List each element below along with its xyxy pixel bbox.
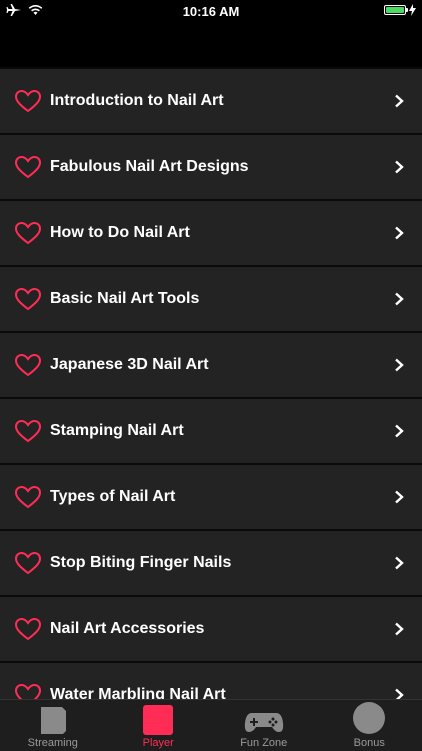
document-icon xyxy=(38,705,68,735)
chevron-right-icon xyxy=(394,292,404,306)
list-item[interactable]: Basic Nail Art Tools xyxy=(0,265,422,331)
status-left xyxy=(6,3,43,17)
wifi-icon xyxy=(28,4,43,16)
list-item[interactable]: Nail Art Accessories xyxy=(0,595,422,661)
chevron-right-icon xyxy=(394,358,404,372)
list-item[interactable]: How to Do Nail Art xyxy=(0,199,422,265)
heart-icon[interactable] xyxy=(14,485,42,509)
status-bar: 10:16 AM xyxy=(0,0,422,22)
heart-icon[interactable] xyxy=(14,617,42,641)
heart-icon[interactable] xyxy=(14,221,42,245)
tab-player[interactable]: Player xyxy=(106,700,212,751)
chevron-right-icon xyxy=(394,622,404,636)
tab-fun-zone[interactable]: Fun Zone xyxy=(211,700,317,751)
tab-bar: Streaming Player Fun Zone Bonus xyxy=(0,699,422,751)
list-item[interactable]: Types of Nail Art xyxy=(0,463,422,529)
topic-list: Introduction to Nail Art Fabulous Nail Ar… xyxy=(0,67,422,699)
status-right xyxy=(384,4,416,16)
tab-label: Streaming xyxy=(28,737,78,749)
list-item-label: Types of Nail Art xyxy=(50,488,175,506)
chevron-right-icon xyxy=(394,94,404,108)
list-item-label: Stop Biting Finger Nails xyxy=(50,554,231,572)
list-item-label: How to Do Nail Art xyxy=(50,224,190,242)
square-icon xyxy=(143,705,173,735)
heart-icon[interactable] xyxy=(14,353,42,377)
list-item[interactable]: Stop Biting Finger Nails xyxy=(0,529,422,595)
list-item-label: Fabulous Nail Art Designs xyxy=(50,158,249,176)
chevron-right-icon xyxy=(394,226,404,240)
list-item-label: Stamping Nail Art xyxy=(50,422,184,440)
heart-icon[interactable] xyxy=(14,551,42,575)
list-item[interactable]: Fabulous Nail Art Designs xyxy=(0,133,422,199)
list-item-label: Water Marbling Nail Art xyxy=(50,686,226,699)
battery-icon xyxy=(384,5,406,15)
list-item[interactable]: Japanese 3D Nail Art xyxy=(0,331,422,397)
list-item-label: Nail Art Accessories xyxy=(50,620,204,638)
chevron-right-icon xyxy=(394,490,404,504)
charging-icon xyxy=(409,4,416,16)
tab-label: Player xyxy=(143,737,174,749)
list-item-label: Basic Nail Art Tools xyxy=(50,290,199,308)
list-item[interactable]: Water Marbling Nail Art xyxy=(0,661,422,699)
chevron-right-icon xyxy=(394,556,404,570)
chevron-right-icon xyxy=(394,688,404,699)
status-time: 10:16 AM xyxy=(183,4,240,19)
tab-label: Fun Zone xyxy=(240,737,287,749)
heart-icon[interactable] xyxy=(14,287,42,311)
list-item[interactable]: Stamping Nail Art xyxy=(0,397,422,463)
gamepad-icon xyxy=(244,705,284,735)
tab-streaming[interactable]: Streaming xyxy=(0,700,106,751)
heart-icon[interactable] xyxy=(14,155,42,179)
heart-icon[interactable] xyxy=(14,683,42,699)
list-item-label: Japanese 3D Nail Art xyxy=(50,356,209,374)
chevron-right-icon xyxy=(394,160,404,174)
chevron-right-icon xyxy=(394,424,404,438)
heart-icon[interactable] xyxy=(14,89,42,113)
tab-bonus[interactable]: Bonus xyxy=(317,700,422,751)
airplane-icon xyxy=(6,3,22,17)
list-item[interactable]: Introduction to Nail Art xyxy=(0,67,422,133)
tab-label: Bonus xyxy=(354,737,385,749)
list-item-label: Introduction to Nail Art xyxy=(50,92,224,110)
circle-icon xyxy=(352,701,386,735)
heart-icon[interactable] xyxy=(14,419,42,443)
